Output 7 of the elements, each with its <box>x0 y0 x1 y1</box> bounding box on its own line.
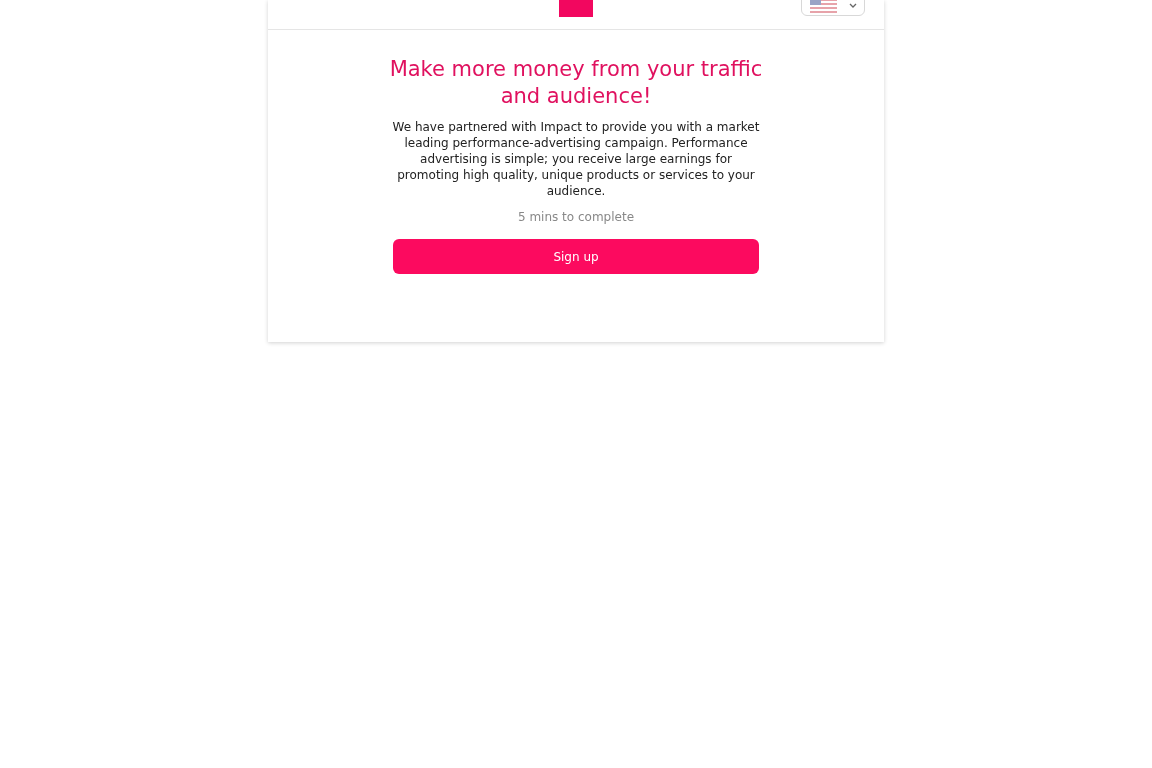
chevron-down-icon <box>848 3 857 9</box>
heading: Make more money from your traffic and audience! <box>388 56 764 110</box>
logo-icon <box>559 0 593 17</box>
language-selector[interactable] <box>801 0 865 16</box>
sign-up-button[interactable]: Sign up <box>393 239 759 274</box>
description: We have partnered with Impact to provide you with a market leading performance-advertising campaign. Performance advertising is simple; you receive large earnings for promoting high quality, unique products or services to your audience. <box>391 119 761 199</box>
duration-text: 5 mins to complete <box>517 209 635 226</box>
